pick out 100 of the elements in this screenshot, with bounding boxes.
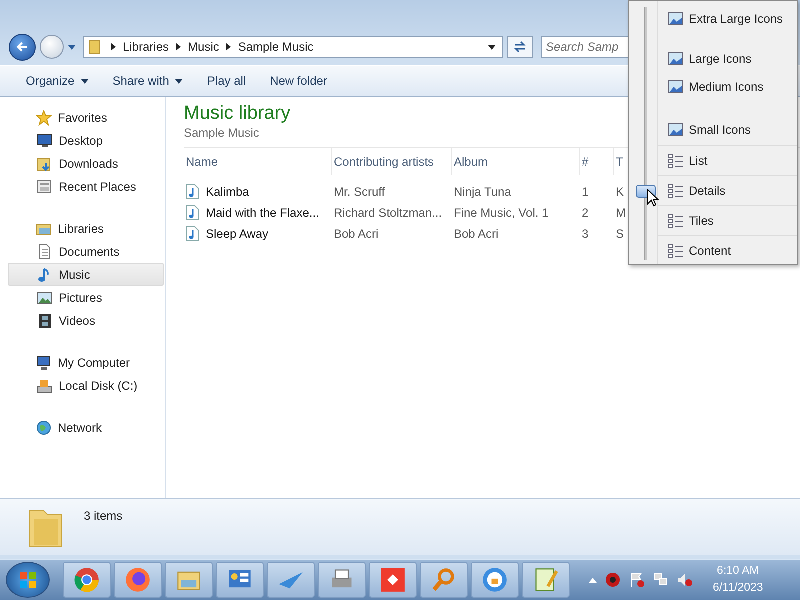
magnifier-icon bbox=[431, 567, 457, 593]
table-cell: Fine Music, Vol. 1 bbox=[454, 206, 549, 220]
sidebar-item[interactable]: Pictures bbox=[8, 286, 164, 309]
view-icon bbox=[668, 242, 684, 258]
sidebar-item[interactable]: Recent Places bbox=[8, 175, 164, 198]
table-cell: Bob Acri bbox=[454, 226, 499, 240]
file-name[interactable]: Sleep Away bbox=[206, 226, 268, 240]
taskbar-button[interactable] bbox=[267, 562, 315, 598]
table-cell: 2 bbox=[582, 206, 589, 220]
menu-item[interactable]: Medium Icons bbox=[658, 77, 797, 97]
browser-icon bbox=[74, 567, 100, 593]
breadcrumb[interactable]: Libraries bbox=[123, 40, 170, 54]
table-cell: Mr. Scruff bbox=[334, 184, 386, 198]
music-file-icon bbox=[186, 184, 200, 200]
table-cell: K bbox=[616, 184, 624, 198]
refresh-icon bbox=[513, 40, 527, 54]
network-icon[interactable] bbox=[653, 572, 669, 588]
view-icon bbox=[668, 79, 684, 95]
computer-icon bbox=[36, 354, 52, 370]
breadcrumb[interactable]: Sample Music bbox=[238, 40, 314, 54]
picture-icon bbox=[37, 290, 53, 306]
toolbar-button[interactable]: Organize bbox=[16, 70, 99, 92]
taskbar-button[interactable] bbox=[114, 562, 162, 598]
four-squares-icon bbox=[18, 570, 38, 590]
chevron-icon bbox=[176, 43, 182, 51]
taskbar-button[interactable] bbox=[63, 562, 111, 598]
table-cell: Richard Stoltzman... bbox=[334, 206, 442, 220]
view-icon bbox=[668, 182, 684, 198]
toolbar-button[interactable]: Play all bbox=[197, 70, 256, 92]
cursor-icon bbox=[647, 189, 659, 207]
taskbar-button[interactable] bbox=[318, 562, 366, 598]
globe-icon bbox=[36, 420, 52, 436]
taskbar-button[interactable] bbox=[522, 562, 570, 598]
menu-item[interactable]: Large Icons bbox=[658, 49, 797, 69]
address-bar[interactable]: Libraries Music Sample Music bbox=[83, 36, 503, 58]
sidebar-item[interactable]: Downloads bbox=[8, 152, 164, 175]
table-cell: S bbox=[616, 226, 624, 240]
library-subtitle: Sample Music bbox=[184, 126, 260, 140]
column-header[interactable]: Contributing artists bbox=[332, 148, 452, 175]
view-icon bbox=[668, 11, 684, 27]
caret-icon[interactable] bbox=[68, 44, 76, 50]
toolbar-button[interactable]: Share with bbox=[102, 70, 194, 92]
caret-icon bbox=[80, 78, 89, 84]
file-name[interactable]: Kalimba bbox=[206, 184, 250, 198]
menu-item[interactable]: List bbox=[658, 145, 797, 175]
sidebar-item[interactable]: Documents bbox=[8, 240, 164, 263]
taskbar-button[interactable] bbox=[216, 562, 264, 598]
chevron-icon bbox=[226, 43, 232, 51]
refresh-button[interactable] bbox=[507, 36, 533, 58]
dropdown-icon[interactable] bbox=[488, 44, 496, 50]
menu-item[interactable]: Tiles bbox=[658, 205, 797, 235]
table-cell: Bob Acri bbox=[334, 226, 379, 240]
view-icon bbox=[668, 152, 684, 168]
music-file-icon bbox=[186, 226, 200, 242]
table-cell: M bbox=[616, 206, 626, 220]
notepad-icon bbox=[533, 567, 559, 593]
view-icon bbox=[668, 122, 684, 138]
window-icon bbox=[37, 178, 53, 194]
start-button[interactable] bbox=[6, 562, 50, 598]
sidebar-item[interactable]: Music bbox=[8, 263, 164, 286]
caret-icon bbox=[175, 78, 184, 84]
column-header[interactable]: # bbox=[580, 148, 614, 175]
sidebar-item[interactable]: Local Disk (C:) bbox=[8, 374, 164, 397]
menu-item[interactable]: Small Icons bbox=[658, 120, 797, 140]
sidebar-item[interactable]: Libraries bbox=[8, 217, 164, 240]
speaker-icon[interactable] bbox=[677, 572, 693, 588]
sidebar-item[interactable]: Videos bbox=[8, 309, 164, 332]
taskbar-button[interactable] bbox=[471, 562, 519, 598]
column-header[interactable]: T bbox=[614, 148, 626, 175]
caret-up-icon[interactable] bbox=[589, 578, 597, 582]
table-cell: Ninja Tuna bbox=[454, 184, 512, 198]
disk-drive-icon bbox=[37, 378, 53, 394]
taskbar-button[interactable] bbox=[369, 562, 417, 598]
breadcrumb[interactable]: Music bbox=[188, 40, 220, 54]
sidebar-item[interactable]: My Computer bbox=[8, 351, 164, 374]
item-count: 3 items bbox=[84, 509, 123, 523]
film-icon bbox=[37, 312, 53, 328]
chevron-icon bbox=[111, 43, 116, 51]
view-icon bbox=[668, 51, 684, 67]
view-icon bbox=[668, 212, 684, 228]
folder-icon bbox=[37, 156, 53, 172]
column-header[interactable]: Album bbox=[452, 148, 580, 175]
sidebar-item[interactable]: Desktop bbox=[8, 129, 164, 152]
column-header[interactable]: Name bbox=[184, 148, 332, 175]
monitor-icon bbox=[37, 132, 53, 148]
sidebar-item[interactable]: Favorites bbox=[8, 106, 164, 129]
menu-item[interactable]: Details bbox=[658, 175, 797, 205]
star-icon bbox=[36, 110, 52, 126]
back-button[interactable] bbox=[9, 34, 36, 60]
menu-item[interactable]: Content bbox=[658, 235, 797, 265]
taskbar-button[interactable] bbox=[420, 562, 468, 598]
library-title: Music library bbox=[184, 103, 291, 125]
menu-item[interactable]: Extra Large Icons bbox=[658, 9, 797, 29]
music-file-icon bbox=[186, 204, 200, 220]
toolbar-button[interactable]: New folder bbox=[260, 70, 338, 92]
file-name[interactable]: Maid with the Flaxe... bbox=[206, 206, 320, 220]
table-cell: 1 bbox=[582, 184, 589, 198]
table-cell: 3 bbox=[582, 226, 589, 240]
flag-icon[interactable] bbox=[629, 572, 645, 588]
sidebar-item[interactable]: Network bbox=[8, 416, 164, 439]
